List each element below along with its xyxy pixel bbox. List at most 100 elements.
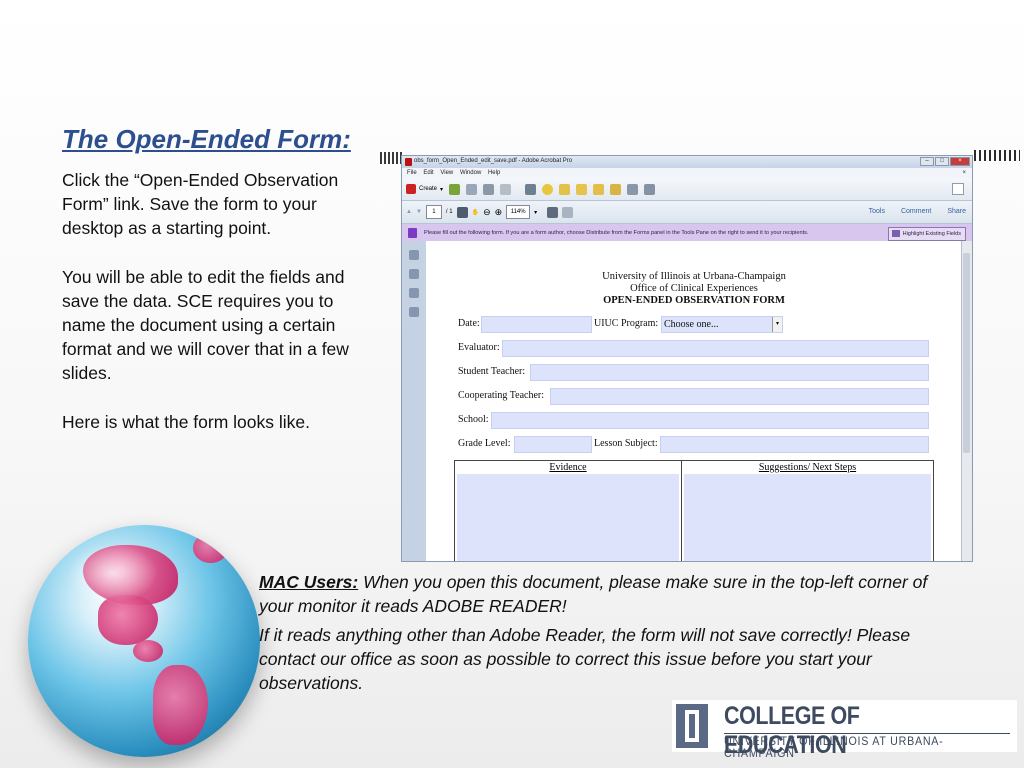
- school-label: School:: [458, 414, 489, 425]
- open-icon[interactable]: [449, 183, 461, 195]
- comment-icon[interactable]: [542, 183, 554, 195]
- close-button[interactable]: ×: [950, 157, 970, 166]
- page-insert-icon[interactable]: [593, 183, 605, 195]
- office-name: Office of Clinical Experiences: [630, 283, 758, 294]
- create-icon: [406, 184, 416, 194]
- lesson-subject-field[interactable]: [660, 436, 929, 453]
- minimize-button[interactable]: –: [920, 157, 934, 166]
- pages-icon[interactable]: [409, 250, 419, 260]
- college-logo: COLLEGE OF EDUCATION UNIVERSITY OF ILLIN…: [672, 700, 1017, 760]
- zoom-in-icon[interactable]: ⊕: [495, 207, 503, 218]
- close-document-icon[interactable]: ×: [962, 168, 966, 178]
- select-icon[interactable]: [456, 206, 468, 218]
- decorative-stripe: [380, 152, 402, 164]
- cooperating-teacher-field[interactable]: [550, 388, 929, 405]
- menu-window[interactable]: Window: [460, 170, 481, 176]
- program-value: Choose one...: [664, 319, 719, 330]
- evidence-field[interactable]: [457, 474, 679, 561]
- suggestions-field[interactable]: [684, 474, 931, 561]
- hand-icon[interactable]: ✋: [472, 209, 479, 216]
- mac-users-label: MAC Users:: [259, 572, 359, 592]
- school-field[interactable]: [491, 412, 929, 429]
- chevron-down-icon: ▾: [440, 186, 444, 193]
- page-up-icon[interactable]: ▲: [406, 209, 412, 215]
- page-extract-icon[interactable]: [610, 183, 622, 195]
- illinois-block-i-icon: [676, 704, 708, 748]
- slide-title: The Open-Ended Form:: [62, 124, 351, 154]
- form-icon: [408, 228, 417, 238]
- mac-note-text: When you open this document, please make…: [259, 572, 928, 616]
- navigation-panel: [402, 241, 427, 561]
- globe-highlight: [68, 543, 158, 603]
- expand-icon[interactable]: [952, 183, 964, 195]
- save-icon[interactable]: [466, 183, 478, 195]
- vertical-scrollbar[interactable]: [961, 241, 972, 561]
- notice-text: Please fill out the following form. If y…: [424, 230, 809, 236]
- print-icon[interactable]: [483, 183, 495, 195]
- globe-image: [28, 525, 260, 757]
- decorative-stripe: [974, 150, 1020, 161]
- create-label: Create: [419, 186, 438, 192]
- instruction-paragraph: Click the “Open-Ended Observation Form” …: [62, 170, 339, 238]
- logo-divider: [724, 733, 1010, 734]
- student-teacher-label: Student Teacher:: [458, 366, 526, 377]
- menu-edit[interactable]: Edit: [423, 170, 433, 176]
- zoom-dropdown-icon[interactable]: ▾: [534, 209, 537, 216]
- attachments-icon[interactable]: [409, 288, 419, 298]
- chevron-down-icon[interactable]: ▾: [772, 317, 782, 332]
- scrollbar-thumb[interactable]: [963, 253, 970, 453]
- text-icon[interactable]: [627, 183, 639, 195]
- create-button[interactable]: Create ▾: [406, 184, 443, 194]
- acrobat-window: obs_form_Open_Ended_edit_save.pdf - Adob…: [401, 155, 973, 562]
- date-field[interactable]: [481, 316, 592, 333]
- evaluator-label: Evaluator:: [458, 342, 500, 353]
- form-title: OPEN-ENDED OBSERVATION FORM: [603, 295, 785, 306]
- bookmarks-icon[interactable]: [409, 269, 419, 279]
- menu-view[interactable]: View: [440, 170, 453, 176]
- page-down-icon[interactable]: ▼: [416, 209, 422, 215]
- window-titlebar[interactable]: obs_form_Open_Ended_edit_save.pdf - Adob…: [402, 156, 972, 168]
- cooperating-teacher-label: Cooperating Teacher:: [458, 390, 545, 401]
- menu-help[interactable]: Help: [488, 170, 500, 176]
- grade-level-label: Grade Level:: [458, 438, 511, 449]
- lesson-subject-label: Lesson Subject:: [594, 438, 658, 449]
- navigation-toolbar: ▲ ▼ 1 / 1 ✋ ⊖ ⊕ 114% ▾ Tools Comment Sha…: [402, 201, 972, 224]
- mac-note-line: MAC Users: When you open this document, …: [259, 570, 949, 618]
- settings-icon[interactable]: [525, 183, 537, 195]
- maximize-button[interactable]: □: [935, 157, 949, 166]
- tools-link[interactable]: Tools: [869, 208, 885, 215]
- window-title: obs_form_Open_Ended_edit_save.pdf - Adob…: [414, 158, 573, 164]
- zoom-out-icon[interactable]: ⊖: [483, 207, 491, 218]
- evidence-table: Evidence Suggestions/ Next Steps: [454, 460, 934, 561]
- comment-link[interactable]: Comment: [901, 208, 931, 215]
- page-icon[interactable]: [576, 183, 588, 195]
- highlight-fields-button[interactable]: Highlight Existing Fields: [887, 227, 966, 241]
- menu-file[interactable]: File: [407, 170, 417, 176]
- page-number-input[interactable]: 1: [425, 205, 442, 219]
- fit-page-icon[interactable]: [547, 206, 559, 218]
- table-divider: [681, 461, 682, 561]
- pdf-icon: [405, 158, 412, 166]
- program-dropdown[interactable]: Choose one... ▾: [661, 316, 783, 333]
- mac-users-note: MAC Users: When you open this document, …: [259, 570, 949, 700]
- stamp-icon[interactable]: [559, 183, 571, 195]
- greenland-shape: [193, 533, 228, 563]
- page-total: / 1: [445, 209, 453, 215]
- evidence-header: Evidence: [549, 462, 587, 473]
- logo-university-name: UNIVERSITY OF ILLINOIS AT URBANA-CHAMPAI…: [724, 736, 944, 760]
- evaluator-field[interactable]: [502, 340, 929, 357]
- share-link[interactable]: Share: [947, 208, 966, 215]
- signatures-icon[interactable]: [409, 307, 419, 317]
- print-alt-icon[interactable]: [644, 183, 656, 195]
- program-label: UIUC Program:: [594, 318, 659, 329]
- fit-width-icon[interactable]: [562, 206, 574, 218]
- menu-bar: File Edit View Window Help ×: [402, 168, 972, 178]
- grade-level-field[interactable]: [514, 436, 592, 453]
- mac-warning-text: If it reads anything other than Adobe Re…: [259, 625, 911, 693]
- suggestions-header: Suggestions/ Next Steps: [758, 462, 857, 473]
- instruction-paragraph: Here is what the form looks like.: [62, 412, 311, 432]
- instructions-text: Click the “Open-Ended Observation Form” …: [62, 168, 382, 459]
- zoom-input[interactable]: 114%: [506, 205, 531, 219]
- student-teacher-field[interactable]: [530, 364, 929, 381]
- email-icon[interactable]: [500, 183, 512, 195]
